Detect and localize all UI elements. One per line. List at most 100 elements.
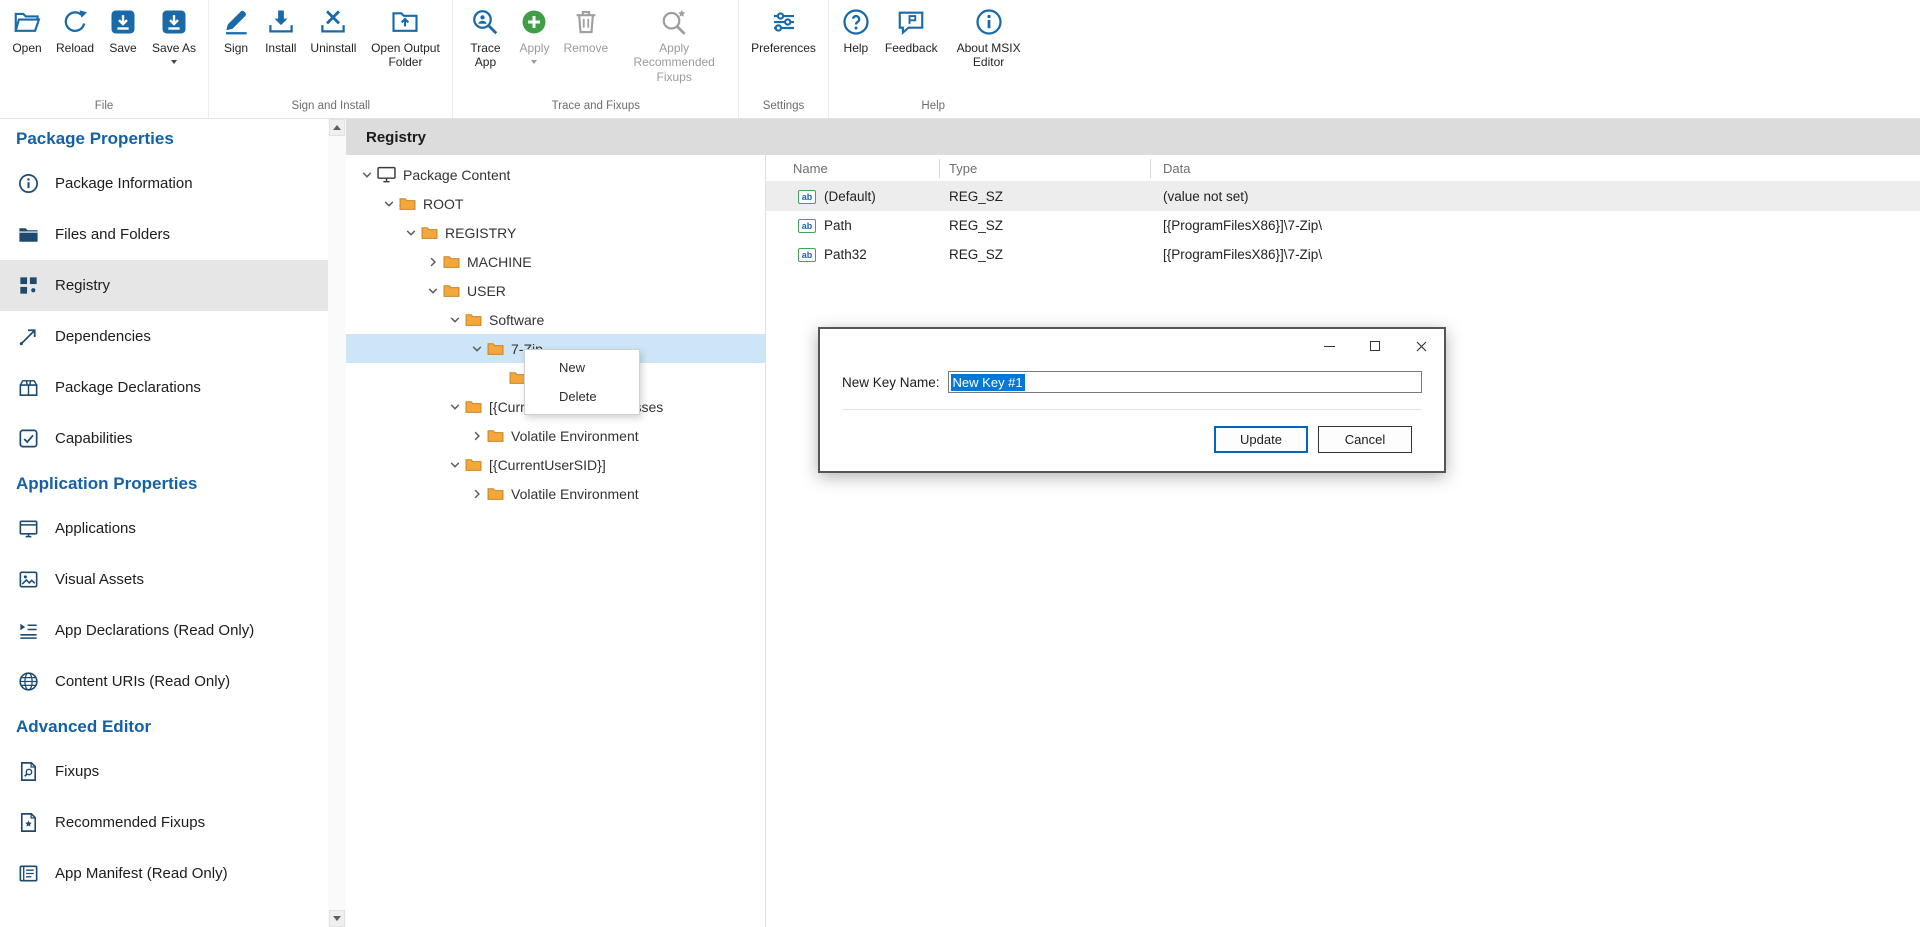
close-icon <box>1416 341 1427 352</box>
context-menu-item-delete[interactable]: Delete <box>525 382 639 411</box>
save-as-button[interactable]: Save As <box>145 0 203 66</box>
maximize-button[interactable] <box>1352 331 1398 361</box>
column-header-data[interactable]: Data <box>1151 159 1920 178</box>
sidebar-item-content-uris[interactable]: Content URIs (Read Only) <box>0 656 328 707</box>
sidebar-item-package-information[interactable]: Package Information <box>0 158 328 209</box>
table-row[interactable]: abPath REG_SZ [{ProgramFilesX86}]\7-Zip\ <box>766 211 1920 240</box>
chevron-down-icon[interactable] <box>449 314 461 326</box>
new-key-name-input[interactable]: New Key #1 <box>948 371 1422 393</box>
close-button[interactable] <box>1398 331 1444 361</box>
help-button[interactable]: Help <box>834 0 878 57</box>
remove-button[interactable]: Remove <box>556 0 615 57</box>
minimize-icon <box>1324 346 1335 347</box>
chevron-down-icon[interactable] <box>383 198 395 210</box>
tree-item-currentusersid[interactable]: [{CurrentUserSID}] <box>346 450 765 479</box>
sidebar-item-visual-assets[interactable]: Visual Assets <box>0 554 328 605</box>
scroll-up-button[interactable] <box>329 119 345 136</box>
chevron-down-icon <box>531 60 537 64</box>
app-declarations-icon <box>17 619 40 642</box>
sidebar-item-recommended-fixups[interactable]: Recommended Fixups <box>0 797 328 848</box>
sidebar-item-app-manifest[interactable]: App Manifest (Read Only) <box>0 848 328 899</box>
sidebar-item-applications[interactable]: Applications <box>0 503 328 554</box>
apply-icon <box>519 7 549 37</box>
chevron-down-icon[interactable] <box>405 227 417 239</box>
table-row[interactable]: ab(Default) REG_SZ (value not set) <box>766 182 1920 211</box>
tree-item-root[interactable]: ROOT <box>346 189 765 218</box>
column-header-name[interactable]: Name <box>766 159 940 178</box>
uninstall-icon <box>318 7 348 37</box>
context-menu-item-new[interactable]: New <box>525 353 639 382</box>
sidebar-item-files-and-folders[interactable]: Files and Folders <box>0 209 328 260</box>
tree-item-registry[interactable]: REGISTRY <box>346 218 765 247</box>
trace-app-button[interactable]: Trace App <box>458 0 512 72</box>
fixups-icon <box>17 760 40 783</box>
tree-item-volatile-environment-1[interactable]: Volatile Environment <box>346 421 765 450</box>
chevron-right-icon[interactable] <box>471 488 483 500</box>
uninstall-button[interactable]: Uninstall <box>303 0 363 57</box>
sidebar-item-package-declarations[interactable]: Package Declarations <box>0 362 328 413</box>
reload-button[interactable]: Reload <box>49 0 101 57</box>
sidebar-item-registry[interactable]: Registry <box>0 260 328 311</box>
recommended-fixups-icon <box>17 811 40 834</box>
preferences-button[interactable]: Preferences <box>744 0 823 57</box>
cancel-button[interactable]: Cancel <box>1318 426 1412 453</box>
new-key-dialog: New Key Name: New Key #1 Update Cancel <box>818 327 1446 473</box>
sign-button[interactable]: Sign <box>214 0 258 57</box>
visual-assets-icon <box>17 568 40 591</box>
chevron-right-icon[interactable] <box>471 430 483 442</box>
apply-button[interactable]: Apply <box>512 0 556 66</box>
sidebar-item-label: Package Declarations <box>55 379 201 396</box>
install-button[interactable]: Install <box>258 0 303 57</box>
chevron-down-icon[interactable] <box>427 285 439 297</box>
chevron-right-icon[interactable] <box>427 256 439 268</box>
tree-item-user[interactable]: USER <box>346 276 765 305</box>
sidebar-item-dependencies[interactable]: Dependencies <box>0 311 328 362</box>
chevron-down-icon[interactable] <box>449 401 461 413</box>
maximize-icon <box>1370 341 1380 351</box>
minimize-button[interactable] <box>1306 331 1352 361</box>
scroll-down-button[interactable] <box>329 910 345 927</box>
folder-icon <box>17 223 40 246</box>
tree-item-machine[interactable]: MACHINE <box>346 247 765 276</box>
table-row[interactable]: abPath32 REG_SZ [{ProgramFilesX86}]\7-Zi… <box>766 240 1920 269</box>
folder-icon <box>443 283 460 298</box>
ribbon-group-label: File <box>5 97 203 118</box>
chevron-down-icon[interactable] <box>361 169 373 181</box>
tree-item-software[interactable]: Software <box>346 305 765 334</box>
sidebar-item-label: Dependencies <box>55 328 151 345</box>
reg-sz-icon: ab <box>798 190 816 204</box>
table-header: Name Type Data <box>766 155 1920 182</box>
dialog-titlebar[interactable] <box>820 329 1444 365</box>
sidebar-item-app-declarations[interactable]: App Declarations (Read Only) <box>0 605 328 656</box>
save-button[interactable]: Save <box>101 0 145 57</box>
ribbon-group-label: Sign and Install <box>214 97 447 118</box>
triangle-down-icon <box>333 916 341 921</box>
sidebar-scrollbar[interactable] <box>328 119 346 927</box>
ribbon-group-label: Help <box>834 97 1033 118</box>
chevron-down-icon[interactable] <box>449 459 461 471</box>
sidebar-item-capabilities[interactable]: Capabilities <box>0 413 328 464</box>
open-output-folder-button[interactable]: Open Output Folder <box>363 0 447 72</box>
save-icon <box>108 7 138 37</box>
open-button[interactable]: Open <box>5 0 49 57</box>
tree-item-package-content[interactable]: Package Content <box>346 160 765 189</box>
reload-icon <box>60 7 90 37</box>
registry-icon <box>17 274 40 297</box>
reg-sz-icon: ab <box>798 248 816 262</box>
package-icon <box>17 376 40 399</box>
value-name: (Default) <box>824 189 876 204</box>
sidebar-heading-application-properties: Application Properties <box>0 464 328 503</box>
sidebar-item-fixups[interactable]: Fixups <box>0 746 328 797</box>
feedback-button[interactable]: Feedback <box>878 0 945 57</box>
tree-item-volatile-environment-2[interactable]: Volatile Environment <box>346 479 765 508</box>
app-manifest-icon <box>17 862 40 885</box>
sidebar-item-label: Fixups <box>55 763 99 780</box>
column-header-type[interactable]: Type <box>940 159 1151 178</box>
open-icon <box>12 7 42 37</box>
about-msix-editor-button[interactable]: About MSIX Editor <box>945 0 1033 72</box>
sidebar-item-label: App Manifest (Read Only) <box>55 865 228 882</box>
apply-recommended-fixups-button[interactable]: Apply Recommended Fixups <box>615 0 733 86</box>
chevron-down-icon[interactable] <box>471 343 483 355</box>
update-button[interactable]: Update <box>1214 426 1308 453</box>
sidebar-item-label: Visual Assets <box>55 571 144 588</box>
